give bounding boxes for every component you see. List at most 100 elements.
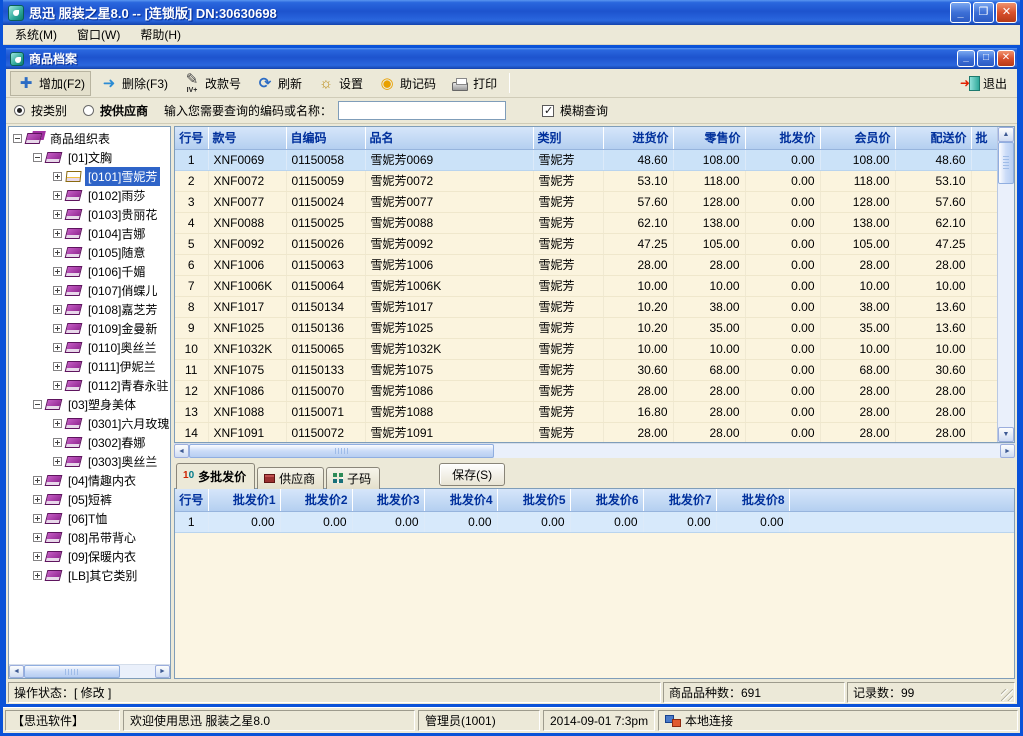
restore-button[interactable]: ❐ [973, 2, 994, 23]
column-header-批发价2[interactable]: 批发价2 [280, 489, 352, 511]
expand-icon[interactable] [53, 267, 62, 276]
close-button[interactable]: ✕ [996, 2, 1017, 23]
tab-子码[interactable]: 子码 [326, 467, 380, 489]
grid-hscroll-thumb[interactable] [189, 444, 494, 458]
scroll-up-icon[interactable]: ▲ [998, 127, 1014, 142]
column-header-批发价[interactable]: 批发价 [745, 127, 820, 149]
column-header-批发价4[interactable]: 批发价4 [424, 489, 497, 511]
expand-icon[interactable] [33, 495, 42, 504]
expand-icon[interactable] [33, 571, 42, 580]
inner-maximize-button[interactable]: □ [977, 50, 995, 67]
tree-node-[0303]奥丝兰[interactable]: [0303]奥丝兰 [9, 452, 170, 471]
toolbar-button-助记码[interactable]: ◉助记码 [371, 71, 442, 96]
table-row[interactable]: 5XNF009201150026雪妮芳0092雪妮芳47.25105.000.0… [175, 233, 1011, 254]
expand-icon[interactable] [53, 191, 62, 200]
tab-多批发价[interactable]: 10多批发价 [176, 463, 255, 489]
tree-node-[01]文胸[interactable]: [01]文胸 [9, 148, 170, 167]
tree-node-[LB]其它类别[interactable]: [LB]其它类别 [9, 566, 170, 585]
menu-item-系统(M)[interactable]: 系统(M) [5, 24, 67, 45]
search-input[interactable] [338, 101, 506, 120]
expand-icon[interactable] [53, 305, 62, 314]
table-row[interactable]: 13XNF108801150071雪妮芳1088雪妮芳16.8028.000.0… [175, 401, 1011, 422]
menu-item-帮助(H)[interactable]: 帮助(H) [130, 24, 191, 45]
toolbar-button-刷新[interactable]: ⟳刷新 [249, 71, 308, 96]
menu-item-窗口(W)[interactable]: 窗口(W) [67, 24, 130, 45]
collapse-icon[interactable] [13, 134, 22, 143]
table-row[interactable]: 12XNF108601150070雪妮芳1086雪妮芳28.0028.000.0… [175, 380, 1011, 401]
inner-minimize-button[interactable]: _ [957, 50, 975, 67]
tree-node-[0111]伊妮兰[interactable]: [0111]伊妮兰 [9, 357, 170, 376]
table-row[interactable]: 3XNF007701150024雪妮芳0077雪妮芳57.60128.000.0… [175, 191, 1011, 212]
tree-node-商品组织表[interactable]: 商品组织表 [9, 129, 170, 148]
column-header-批发价7[interactable]: 批发价7 [643, 489, 716, 511]
collapse-icon[interactable] [33, 400, 42, 409]
column-header-款号[interactable]: 款号 [208, 127, 286, 149]
scroll-left-icon[interactable]: ◄ [9, 665, 24, 678]
tree-node-[08]吊带背心[interactable]: [08]吊带背心 [9, 528, 170, 547]
expand-icon[interactable] [33, 514, 42, 523]
tree-node-[0301]六月玫瑰[interactable]: [0301]六月玫瑰 [9, 414, 170, 433]
expand-icon[interactable] [53, 286, 62, 295]
tree-node-[05]短裤[interactable]: [05]短裤 [9, 490, 170, 509]
expand-icon[interactable] [33, 533, 42, 542]
tree-node-[0109]金曼新[interactable]: [0109]金曼新 [9, 319, 170, 338]
toolbar-button-设置[interactable]: ☼设置 [310, 71, 369, 96]
tree-node-[0110]奥丝兰[interactable]: [0110]奥丝兰 [9, 338, 170, 357]
table-row[interactable]: 7XNF1006K01150064雪妮芳1006K雪妮芳10.0010.000.… [175, 275, 1011, 296]
grid-horizontal-scrollbar[interactable]: ◄ ► [174, 443, 1015, 458]
grid-vertical-scrollbar[interactable]: ▲ ▼ [997, 127, 1014, 442]
tree-node-[0108]嘉芝芳[interactable]: [0108]嘉芝芳 [9, 300, 170, 319]
column-header-批发价5[interactable]: 批发价5 [497, 489, 570, 511]
table-row[interactable]: 2XNF007201150059雪妮芳0072雪妮芳53.10118.000.0… [175, 170, 1011, 191]
grid-vscroll-thumb[interactable] [998, 142, 1014, 184]
tree-horizontal-scrollbar[interactable]: ◄ ► [9, 664, 170, 678]
tree-node-[0302]春娜[interactable]: [0302]春娜 [9, 433, 170, 452]
expand-icon[interactable] [53, 210, 62, 219]
column-header-会员价[interactable]: 会员价 [820, 127, 895, 149]
fuzzy-search-checkbox[interactable] [542, 105, 554, 117]
column-header-零售价[interactable]: 零售价 [673, 127, 745, 149]
expand-icon[interactable] [53, 381, 62, 390]
save-button[interactable]: 保存(S) [439, 463, 505, 486]
table-row[interactable]: 9XNF102501150136雪妮芳1025雪妮芳10.2035.000.00… [175, 317, 1011, 338]
expand-icon[interactable] [33, 476, 42, 485]
column-header-品名[interactable]: 品名 [365, 127, 533, 149]
toolbar-button-增加(F2)[interactable]: ✚增加(F2) [10, 71, 91, 96]
tree-node-[0105]随意[interactable]: [0105]随意 [9, 243, 170, 262]
tree-node-[0107]俏蝶儿[interactable]: [0107]俏蝶儿 [9, 281, 170, 300]
tab-供应商[interactable]: 供应商 [257, 467, 324, 489]
column-header-进货价[interactable]: 进货价 [603, 127, 673, 149]
radio-by-supplier[interactable] [83, 105, 94, 116]
toolbar-button-打印[interactable]: 打印 [444, 71, 503, 96]
table-row[interactable]: 10XNF1032K01150065雪妮芳1032K雪妮芳10.0010.000… [175, 338, 1011, 359]
expand-icon[interactable] [53, 438, 62, 447]
radio-by-category[interactable] [14, 105, 25, 116]
table-row[interactable]: 14XNF109101150072雪妮芳1091雪妮芳28.0028.000.0… [175, 422, 1011, 443]
table-row[interactable]: 6XNF100601150063雪妮芳1006雪妮芳28.0028.000.00… [175, 254, 1011, 275]
table-row[interactable]: 8XNF101701150134雪妮芳1017雪妮芳10.2038.000.00… [175, 296, 1011, 317]
table-row[interactable]: 10.000.000.000.000.000.000.000.00 [175, 511, 1014, 532]
toolbar-button-改款号[interactable]: ✎IV+改款号 [176, 71, 247, 96]
tree-node-[0104]吉娜[interactable]: [0104]吉娜 [9, 224, 170, 243]
exit-button[interactable]: ➜ 退出 [954, 73, 1013, 94]
column-header-行号[interactable]: 行号 [175, 489, 208, 511]
tree-node-[06]T恤[interactable]: [06]T恤 [9, 509, 170, 528]
column-header-批发价6[interactable]: 批发价6 [570, 489, 643, 511]
expand-icon[interactable] [53, 248, 62, 257]
collapse-icon[interactable] [33, 153, 42, 162]
expand-icon[interactable] [53, 324, 62, 333]
tree-node-[04]情趣内衣[interactable]: [04]情趣内衣 [9, 471, 170, 490]
column-header-自编码[interactable]: 自编码 [286, 127, 365, 149]
column-header-配送价[interactable]: 配送价 [895, 127, 971, 149]
expand-icon[interactable] [53, 229, 62, 238]
table-row[interactable]: 11XNF107501150133雪妮芳1075雪妮芳30.6068.000.0… [175, 359, 1011, 380]
expand-icon[interactable] [53, 172, 62, 181]
column-header-行号[interactable]: 行号 [175, 127, 208, 149]
resize-grip-icon[interactable] [1001, 689, 1013, 701]
tree-node-[09]保暖内衣[interactable]: [09]保暖内衣 [9, 547, 170, 566]
inner-close-button[interactable]: ✕ [997, 50, 1015, 67]
scroll-right-icon[interactable]: ► [1000, 444, 1015, 458]
column-header-批发价3[interactable]: 批发价3 [352, 489, 424, 511]
expand-icon[interactable] [33, 552, 42, 561]
tree-node-[0101]雪妮芳[interactable]: [0101]雪妮芳 [9, 167, 170, 186]
